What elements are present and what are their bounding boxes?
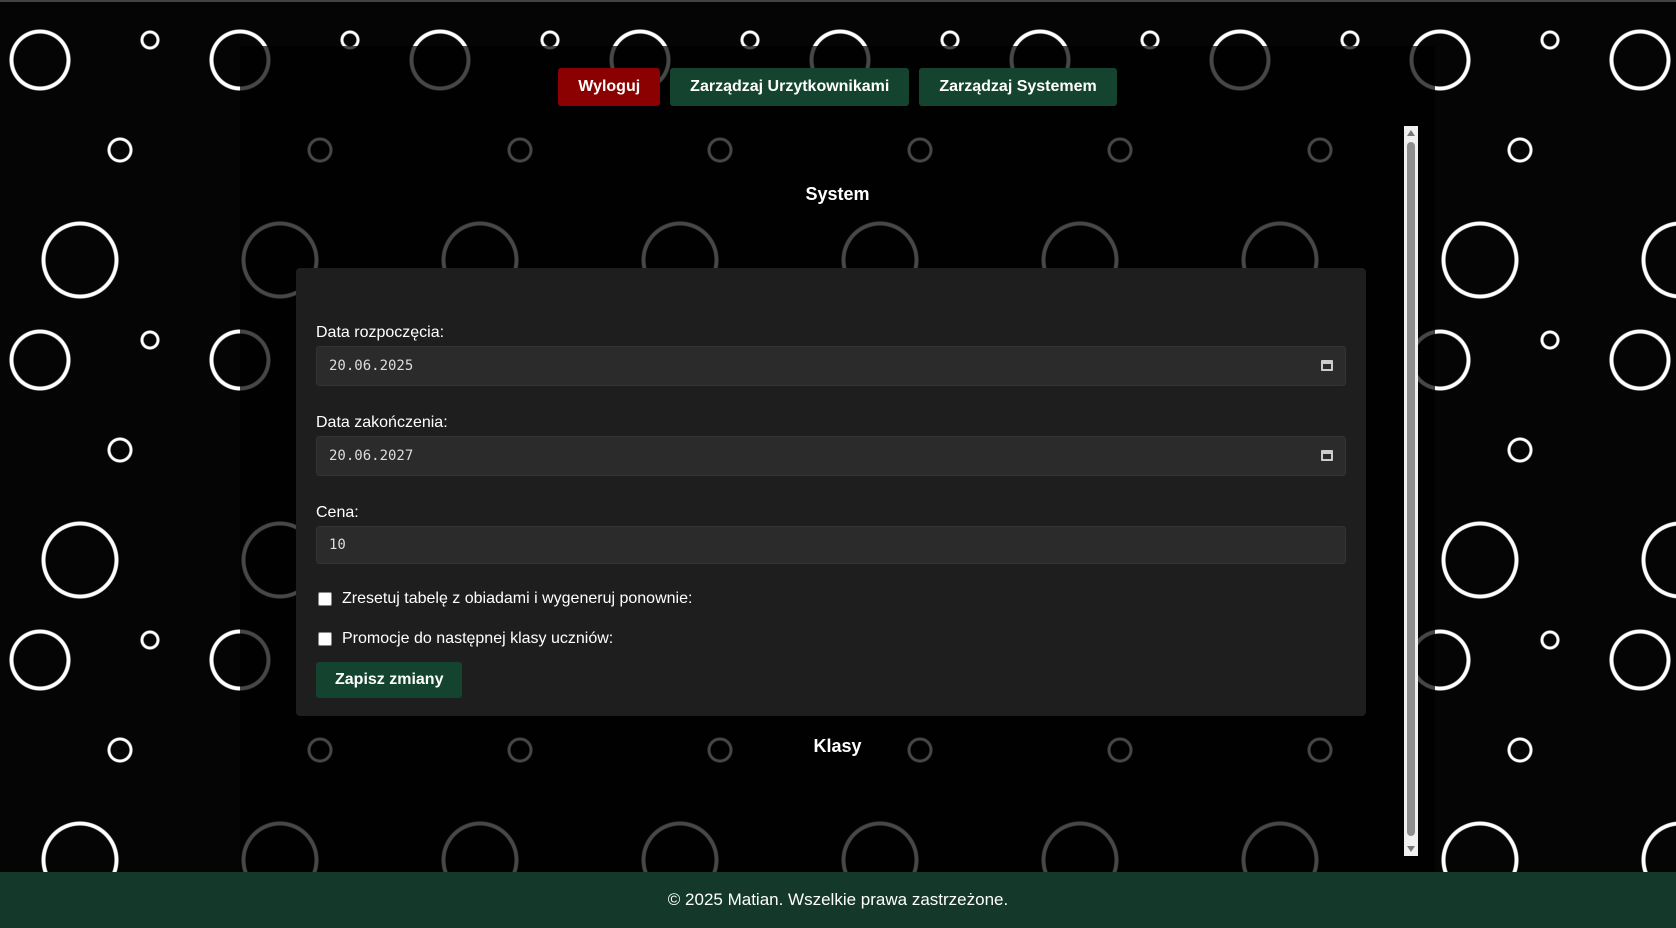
promote-students-option: Promocje do następnej klasy uczniów: (318, 630, 613, 648)
end-date-input[interactable]: 20.06.2027 (316, 436, 1346, 476)
calendar-icon[interactable] (1321, 450, 1333, 461)
top-border (0, 0, 1676, 2)
system-settings-form: Data rozpoczęcia: 20.06.2025 Data zakońc… (296, 268, 1366, 716)
reset-meals-checkbox[interactable] (318, 592, 332, 606)
manage-users-button[interactable]: Zarządzaj Urzytkownikami (670, 68, 910, 106)
copyright-text: © 2025 Matian. Wszelkie prawa zastrzeżon… (667, 890, 1009, 909)
promote-students-checkbox[interactable] (318, 632, 332, 646)
start-date-value: 20.06.2025 (329, 358, 414, 374)
price-input[interactable]: 10 (316, 526, 1346, 564)
end-date-value: 20.06.2027 (329, 448, 414, 464)
start-date-label: Data rozpoczęcia: (316, 324, 445, 341)
save-changes-button[interactable]: Zapisz zmiany (316, 662, 463, 698)
footer: © 2025 Matian. Wszelkie prawa zastrzeżon… (0, 872, 1676, 928)
scroll-up-icon[interactable] (1407, 130, 1415, 136)
start-date-input[interactable]: 20.06.2025 (316, 346, 1346, 386)
reset-meals-label: Zresetuj tabelę z obiadami i wygeneruj p… (342, 590, 693, 607)
calendar-icon[interactable] (1321, 360, 1333, 371)
main-content: Wyloguj Zarządzaj Urzytkownikami Zarządz… (240, 46, 1435, 872)
scrollbar-thumb[interactable] (1407, 142, 1415, 836)
price-value: 10 (329, 537, 346, 553)
reset-meals-option: Zresetuj tabelę z obiadami i wygeneruj p… (318, 590, 692, 608)
price-label: Cena: (316, 504, 359, 521)
manage-system-button[interactable]: Zarządzaj Systemem (919, 68, 1117, 106)
classes-section-title: Klasy (813, 736, 862, 756)
top-nav: Wyloguj Zarządzaj Urzytkownikami Zarządz… (240, 68, 1435, 106)
scrollbar[interactable] (1404, 126, 1418, 856)
scroll-down-icon[interactable] (1407, 846, 1415, 852)
system-section-title: System (805, 184, 870, 204)
promote-students-label: Promocje do następnej klasy uczniów: (342, 630, 614, 647)
logout-button[interactable]: Wyloguj (558, 68, 661, 106)
end-date-label: Data zakończenia: (316, 414, 448, 431)
